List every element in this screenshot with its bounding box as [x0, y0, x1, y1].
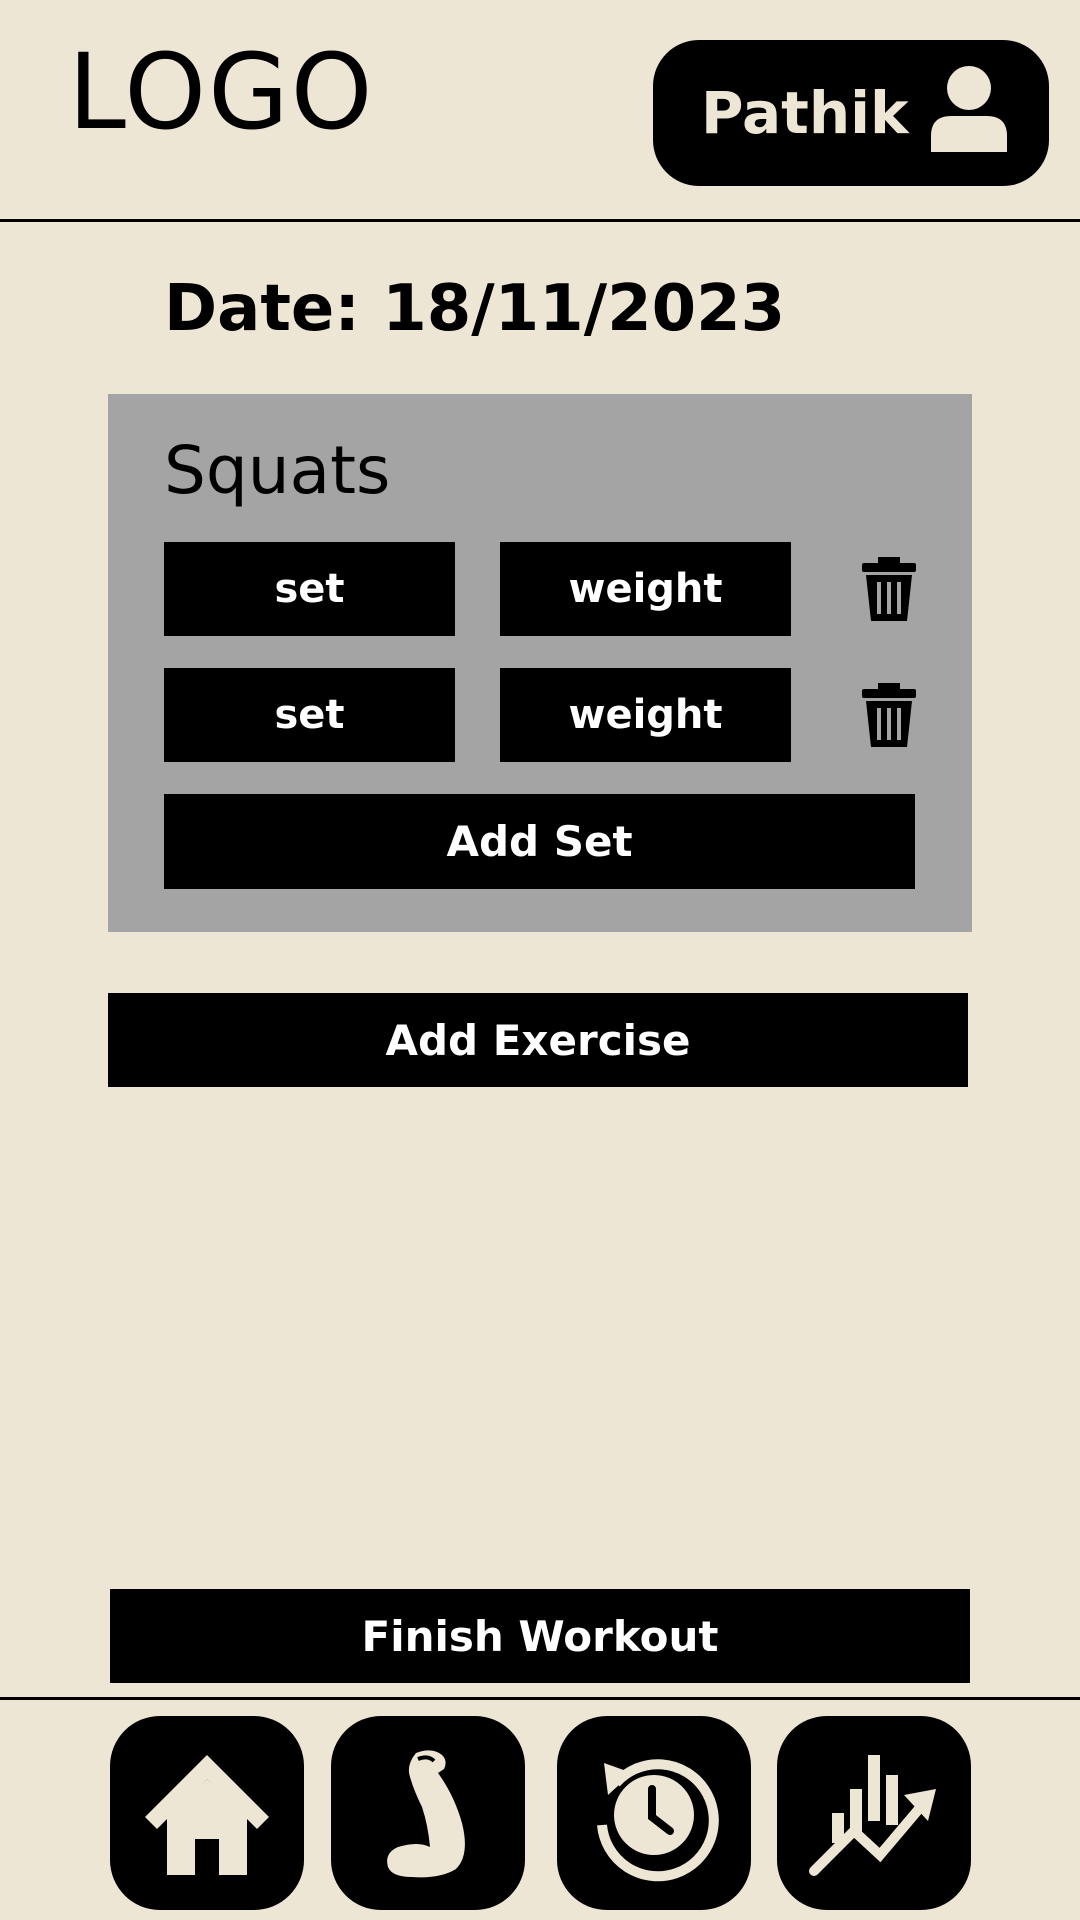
set-input[interactable]: set: [164, 542, 455, 636]
exercise-name: Squats: [164, 432, 391, 509]
weight-input[interactable]: weight: [500, 542, 791, 636]
nav-progress-button[interactable]: [777, 1716, 971, 1910]
workout-date: Date: 18/11/2023: [164, 272, 786, 346]
add-exercise-button[interactable]: Add Exercise: [108, 993, 968, 1087]
nav-home-button[interactable]: [110, 1716, 304, 1910]
profile-name: Pathik: [701, 79, 909, 147]
finish-workout-button[interactable]: Finish Workout: [110, 1589, 970, 1683]
flexed-arm-icon: [387, 1750, 465, 1878]
nav-divider: [0, 1697, 1080, 1700]
user-icon: [931, 66, 1007, 152]
trash-icon[interactable]: [862, 557, 916, 621]
logo: LOGO: [68, 31, 375, 153]
nav-workouts-button[interactable]: [331, 1716, 525, 1910]
nav-history-button[interactable]: [557, 1716, 751, 1910]
profile-button[interactable]: Pathik: [653, 40, 1049, 186]
set-input[interactable]: set: [164, 668, 455, 762]
weight-input[interactable]: weight: [500, 668, 791, 762]
history-clock-icon: [597, 1759, 719, 1882]
chart-trend-icon: [809, 1755, 936, 1876]
add-set-button[interactable]: Add Set: [164, 794, 915, 889]
trash-icon[interactable]: [862, 683, 916, 747]
header-divider: [0, 219, 1080, 222]
home-icon: [145, 1755, 269, 1875]
